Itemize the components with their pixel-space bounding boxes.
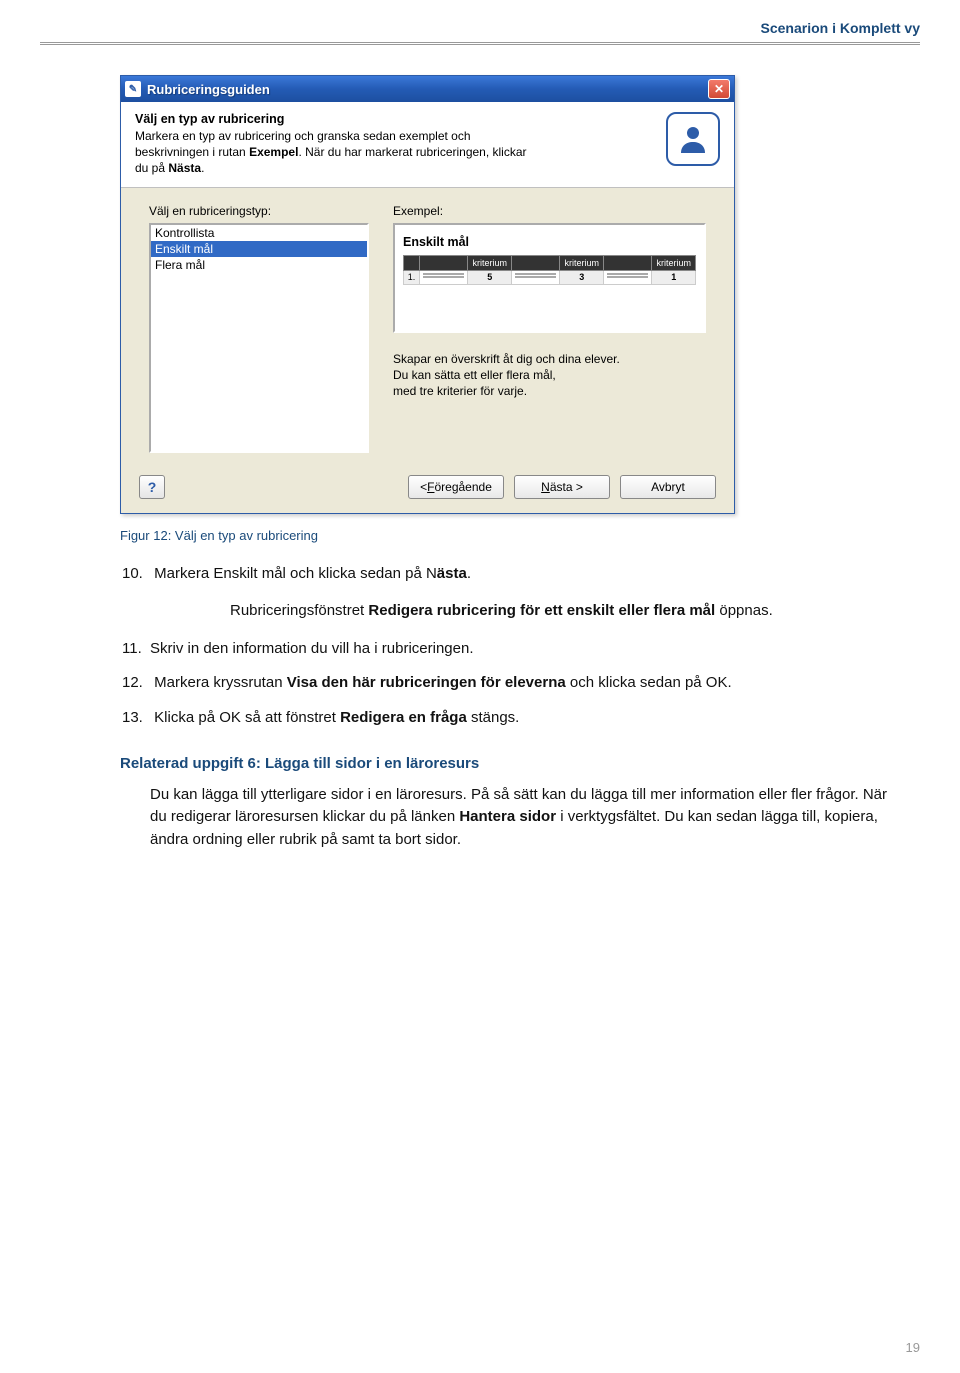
step-13: 13. Klicka på OK så att fönstret Rediger… [150,707,900,730]
example-description: Skapar en överskrift åt dig och dina ele… [393,351,706,400]
titlebar: ✎ Rubriceringsguiden ✕ [121,76,734,102]
list-item[interactable]: Flera mål [151,257,367,273]
step-11: 11.Skriv in den information du vill ha i… [150,638,900,661]
page-number: 19 [906,1340,920,1355]
example-title: Enskilt mål [403,235,696,249]
step-note: Rubriceringsfönstret Redigera rubricerin… [230,600,900,623]
step-10: 10. Markera Enskilt mål och klicka sedan… [150,563,900,586]
dialog-window: ✎ Rubriceringsguiden ✕ Välj en typ av ru… [120,75,735,514]
step-12: 12. Markera kryssrutan Visa den här rubr… [150,672,900,695]
wizard-header: Välj en typ av rubricering Markera en ty… [121,102,734,188]
list-label: Välj en rubriceringstyp: [149,204,369,219]
header-section-label: Scenarion i Komplett vy [40,20,920,45]
rubric-type-listbox[interactable]: Kontrollista Enskilt mål Flera mål [149,223,369,453]
wizard-header-title: Välj en typ av rubricering [135,112,646,126]
window-title: Rubriceringsguiden [147,82,708,97]
figure-caption: Figur 12: Välj en typ av rubricering [120,528,920,543]
next-button[interactable]: Nästa > [514,475,610,499]
example-table: kriterium kriterium kriterium 1. 5 3 [403,255,696,285]
related-task-heading: Relaterad uppgift 6: Lägga till sidor i … [120,753,900,776]
example-label: Exempel: [393,204,706,219]
cancel-button[interactable]: Avbryt [620,475,716,499]
wizard-header-desc: Markera en typ av rubricering och gransk… [135,128,535,177]
app-icon: ✎ [125,81,141,97]
example-preview: Enskilt mål kriterium kriterium kriteriu… [393,223,706,333]
previous-button[interactable]: < Föregående [408,475,504,499]
related-task-body: Du kan lägga till ytterligare sidor i en… [150,784,900,852]
list-item[interactable]: Enskilt mål [151,241,367,257]
help-button[interactable]: ? [139,475,165,499]
list-item[interactable]: Kontrollista [151,225,367,241]
person-icon [666,112,720,166]
close-button[interactable]: ✕ [708,79,730,99]
